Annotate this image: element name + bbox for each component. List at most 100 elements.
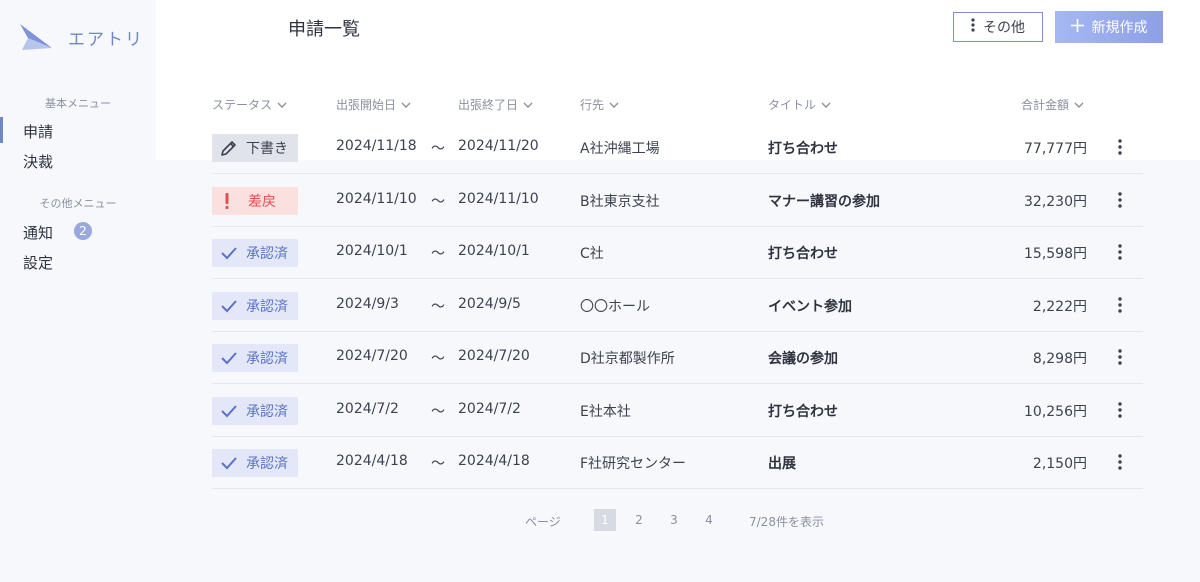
application-title[interactable]: 打ち合わせ — [768, 243, 838, 263]
check-icon — [220, 298, 238, 314]
date-separator: 〜 — [431, 246, 445, 262]
app-logo[interactable]: エアトリ — [18, 22, 144, 52]
application-title[interactable]: 打ち合わせ — [768, 401, 838, 421]
column-header-end-date[interactable]: 出張終了日 — [458, 96, 533, 113]
kebab-menu-icon[interactable] — [1118, 402, 1122, 422]
column-header-label: 出張終了日 — [458, 98, 519, 112]
table-row[interactable]: 承認済 2024/7/20 〜 2024/7/20 D社京都製作所 会議の参加 … — [212, 332, 1143, 384]
column-header-title[interactable]: タイトル — [768, 96, 831, 113]
date-separator: 〜 — [431, 404, 445, 420]
start-date: 2024/10/1 — [336, 243, 408, 259]
chevron-down-icon — [1074, 102, 1084, 108]
chevron-down-icon — [523, 102, 533, 108]
kebab-menu-icon[interactable] — [1118, 139, 1122, 159]
destination: F社研究センター — [580, 456, 687, 472]
paper-plane-icon — [18, 22, 54, 52]
total-amount: 2,222円 — [1032, 299, 1087, 315]
application-title[interactable]: マナー講習の参加 — [768, 191, 880, 211]
column-header-amount[interactable]: 合計金額 — [1021, 96, 1084, 113]
start-date: 2024/7/2 — [336, 401, 399, 417]
destination: C社 — [580, 246, 604, 262]
column-header-label: 出張開始日 — [336, 98, 397, 112]
check-icon — [220, 245, 238, 261]
total-amount: 8,298円 — [1032, 351, 1087, 367]
exclamation-icon — [220, 192, 234, 210]
page-3-button[interactable]: 3 — [663, 509, 685, 531]
destination: D社京都製作所 — [580, 351, 675, 367]
kebab-menu-icon[interactable] — [1118, 192, 1122, 212]
end-date: 2024/11/10 — [458, 191, 539, 207]
date-separator: 〜 — [431, 456, 445, 472]
plus-icon — [1070, 18, 1084, 36]
end-date: 2024/7/20 — [458, 348, 530, 364]
logo-text: エアトリ — [68, 29, 144, 50]
page-1-button[interactable]: 1 — [594, 509, 616, 531]
chevron-down-icon — [401, 102, 411, 108]
sidebar-item-approvals[interactable]: 決裁 — [23, 151, 53, 172]
column-header-label: 合計金額 — [1021, 98, 1070, 112]
status-badge: 承認済 — [212, 239, 298, 267]
page-title: 申請一覧 — [288, 19, 360, 40]
nav-section-basic: 基本メニュー — [45, 97, 111, 110]
application-title[interactable]: 会議の参加 — [768, 348, 838, 368]
kebab-menu-icon[interactable] — [1118, 244, 1122, 264]
table-row[interactable]: 承認済 2024/7/2 〜 2024/7/2 E社本社 打ち合わせ 10,25… — [212, 385, 1143, 437]
start-date: 2024/7/20 — [336, 348, 408, 364]
table-row[interactable]: 下書き 2024/11/18 〜 2024/11/20 A社沖縄工場 打ち合わせ… — [212, 122, 1143, 174]
status-label: 承認済 — [246, 404, 288, 420]
kebab-menu-icon[interactable] — [1118, 297, 1122, 317]
new-application-label: 新規作成 — [1091, 20, 1148, 36]
column-header-status[interactable]: ステータス — [212, 96, 287, 113]
column-header-label: 行先 — [580, 98, 605, 112]
table-row[interactable]: 承認済 2024/4/18 〜 2024/4/18 F社研究センター 出展 2,… — [212, 437, 1143, 489]
status-badge: 承認済 — [212, 344, 298, 372]
sidebar-item-applications[interactable]: 申請 — [23, 121, 53, 142]
destination: B社東京支社 — [580, 194, 660, 210]
kebab-menu-icon[interactable] — [1118, 454, 1122, 474]
check-icon — [220, 350, 238, 366]
sidebar: エアトリ 基本メニュー 申請 決裁 その他メニュー 通知 2 設定 — [0, 0, 156, 582]
page-4-button[interactable]: 4 — [698, 509, 720, 531]
page-2-button[interactable]: 2 — [628, 509, 650, 531]
status-badge: 承認済 — [212, 397, 298, 425]
other-menu-button[interactable]: その他 — [953, 12, 1043, 42]
start-date: 2024/4/18 — [336, 453, 408, 469]
end-date: 2024/11/20 — [458, 138, 539, 154]
new-application-button[interactable]: 新規作成 — [1055, 11, 1163, 43]
start-date: 2024/11/10 — [336, 191, 417, 207]
date-separator: 〜 — [431, 299, 445, 315]
total-amount: 15,598円 — [1024, 246, 1087, 262]
application-title[interactable]: イベント参加 — [768, 296, 852, 316]
column-header-destination[interactable]: 行先 — [580, 96, 619, 113]
application-title[interactable]: 打ち合わせ — [768, 138, 838, 158]
table-row[interactable]: 承認済 2024/9/3 〜 2024/9/5 〇〇ホール イベント参加 2,2… — [212, 280, 1143, 332]
total-amount: 10,256円 — [1024, 404, 1087, 420]
sidebar-item-settings[interactable]: 設定 — [23, 252, 53, 273]
start-date: 2024/9/3 — [336, 296, 399, 312]
date-separator: 〜 — [431, 351, 445, 367]
date-separator: 〜 — [431, 194, 445, 210]
check-icon — [220, 403, 238, 419]
total-amount: 77,777円 — [1024, 141, 1087, 157]
sidebar-item-notifications[interactable]: 通知 — [23, 222, 53, 243]
pencil-icon — [220, 139, 238, 157]
end-date: 2024/10/1 — [458, 243, 530, 259]
other-menu-label: その他 — [983, 20, 1025, 36]
pagination-summary: 7/28件を表示 — [749, 515, 824, 529]
total-amount: 2,150円 — [1032, 456, 1087, 472]
column-header-start-date[interactable]: 出張開始日 — [336, 96, 411, 113]
status-badge: 承認済 — [212, 449, 298, 477]
destination: A社沖縄工場 — [580, 141, 660, 157]
nav-active-indicator — [0, 117, 3, 143]
status-label: 差戻 — [248, 194, 276, 210]
end-date: 2024/7/2 — [458, 401, 521, 417]
application-title[interactable]: 出展 — [768, 453, 796, 473]
column-header-label: ステータス — [212, 98, 273, 112]
status-label: 承認済 — [246, 456, 288, 472]
status-label: 下書き — [246, 141, 288, 157]
check-icon — [220, 455, 238, 471]
vertical-dots-icon — [971, 18, 975, 36]
kebab-menu-icon[interactable] — [1118, 349, 1122, 369]
table-row[interactable]: 差戻 2024/11/10 〜 2024/11/10 B社東京支社 マナー講習の… — [212, 175, 1143, 227]
table-row[interactable]: 承認済 2024/10/1 〜 2024/10/1 C社 打ち合わせ 15,59… — [212, 227, 1143, 279]
